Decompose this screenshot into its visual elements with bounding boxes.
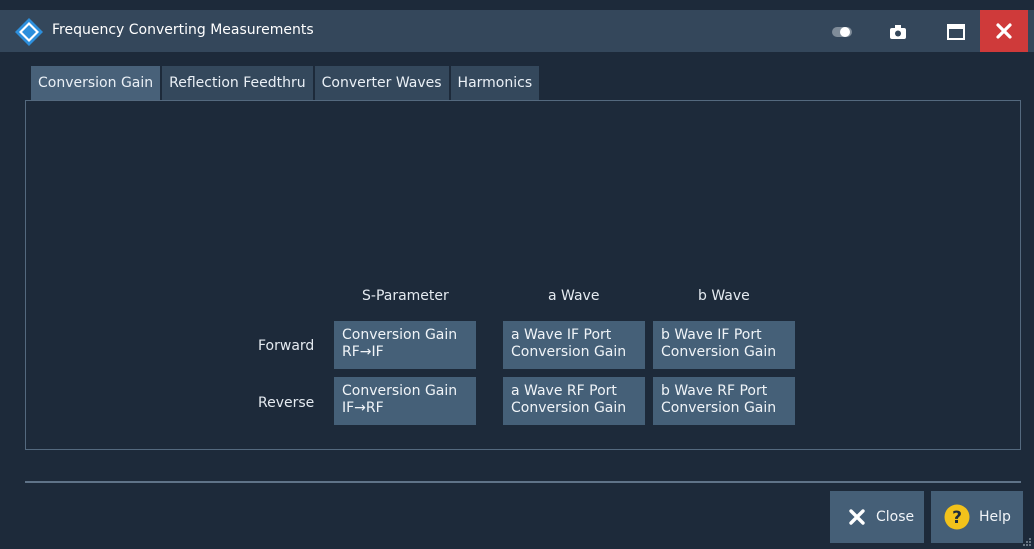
button-label-line1: b Wave IF Port	[661, 327, 762, 343]
button-label-line1: b Wave RF Port	[661, 383, 768, 399]
button-label-line2: Conversion Gain	[661, 344, 777, 360]
b-wave-rf-port-button[interactable]: b Wave RF Port Conversion Gain	[653, 377, 795, 425]
tab-reflection-feedthru[interactable]: Reflection Feedthru	[162, 66, 313, 100]
b-wave-if-port-button[interactable]: b Wave IF Port Conversion Gain	[653, 321, 795, 369]
help-button-label: Help	[979, 509, 1011, 525]
window-close-button[interactable]	[980, 10, 1028, 52]
tab-bar: Conversion Gain Reflection Feedthru Conv…	[31, 66, 541, 100]
button-label-line1: Conversion Gain	[342, 327, 458, 343]
button-label-line2: Conversion Gain	[661, 400, 777, 416]
tab-converter-waves[interactable]: Converter Waves	[314, 66, 449, 100]
close-button-label: Close	[876, 509, 915, 525]
window-title: Frequency Converting Measurements	[52, 22, 314, 38]
button-label-line2: Conversion Gain	[511, 344, 627, 360]
title-bar[interactable]: Frequency Converting Measurements	[0, 10, 1034, 52]
a-wave-rf-port-button[interactable]: a Wave RF Port Conversion Gain	[503, 377, 645, 425]
button-label-line2: Conversion Gain	[511, 400, 627, 416]
rohde-schwarz-logo-icon	[14, 17, 44, 47]
a-wave-if-port-button[interactable]: a Wave IF Port Conversion Gain	[503, 321, 645, 369]
close-icon	[996, 23, 1012, 39]
svg-text:?: ?	[952, 508, 962, 528]
button-label-line1: a Wave RF Port	[511, 383, 617, 399]
camera-icon[interactable]	[878, 16, 918, 48]
toggle-icon[interactable]	[822, 16, 862, 48]
column-header-b-wave: b Wave	[698, 288, 750, 304]
column-header-s-parameter: S-Parameter	[362, 288, 449, 304]
button-label-line1: Conversion Gain	[342, 383, 458, 399]
row-header-forward: Forward	[258, 338, 315, 354]
tab-conversion-gain[interactable]: Conversion Gain	[31, 66, 161, 100]
button-label-line2: IF→RF	[342, 400, 384, 416]
conversion-gain-rf-if-button[interactable]: Conversion Gain RF→IF	[334, 321, 476, 369]
help-icon: ?	[944, 504, 970, 530]
column-header-a-wave: a Wave	[548, 288, 600, 304]
resize-grip-icon[interactable]	[1022, 537, 1032, 547]
close-icon	[849, 509, 865, 525]
button-label-line1: a Wave IF Port	[511, 327, 612, 343]
row-header-reverse: Reverse	[258, 395, 315, 411]
conversion-gain-if-rf-button[interactable]: Conversion Gain IF→RF	[334, 377, 476, 425]
button-label-line2: RF→IF	[342, 344, 384, 360]
tab-harmonics[interactable]: Harmonics	[450, 66, 540, 100]
dialog-window: Frequency Converting Measurements Conver…	[0, 0, 1034, 549]
footer-separator	[25, 481, 1021, 483]
maximize-icon[interactable]	[936, 16, 976, 48]
close-button[interactable]: Close	[830, 491, 924, 543]
help-button[interactable]: ? Help	[931, 491, 1023, 543]
